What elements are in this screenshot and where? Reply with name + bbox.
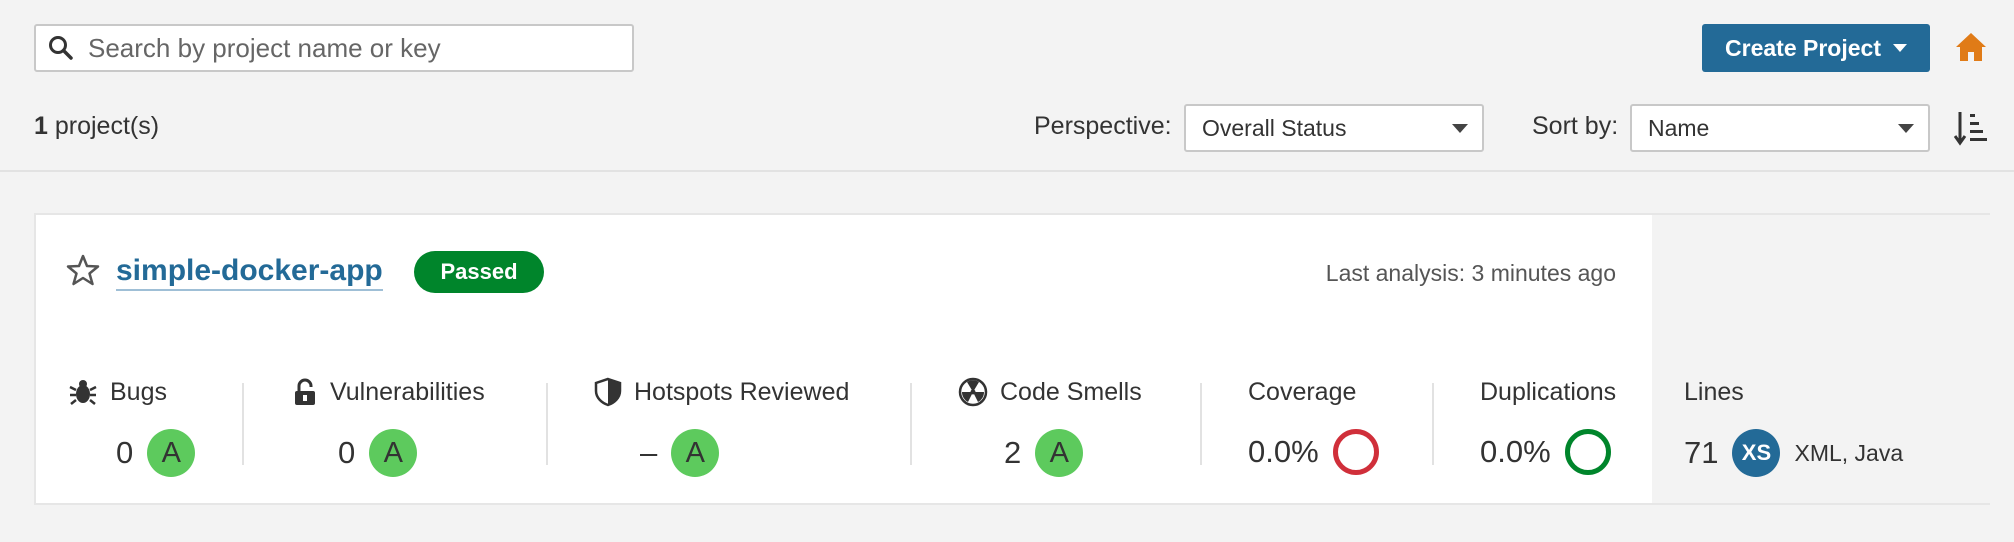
star-icon[interactable] xyxy=(66,253,100,287)
coverage-label: Coverage xyxy=(1248,377,1357,406)
coverage-value[interactable]: 0.0% xyxy=(1248,434,1319,470)
bugs-value[interactable]: 0 xyxy=(116,435,133,471)
code-smell-icon xyxy=(958,377,988,407)
duplications-label: Duplications xyxy=(1480,377,1617,406)
metric-divider xyxy=(1432,383,1434,465)
caret-down-icon xyxy=(1892,44,1907,52)
sort-direction-icon[interactable] xyxy=(1954,110,1988,146)
project-card: simple-docker-app Passed Last analysis: … xyxy=(34,213,1990,505)
perspective-value: Overall Status xyxy=(1202,114,1347,141)
shield-icon xyxy=(594,377,622,407)
bugs-rating-badge[interactable]: A xyxy=(147,429,196,477)
languages-text: XML, Java xyxy=(1794,439,1904,466)
hotspots-metric: Hotspots Reviewed – A xyxy=(594,375,850,477)
vulnerabilities-label: Vulnerabilities xyxy=(330,377,485,406)
bugs-label: Bugs xyxy=(110,377,167,406)
search-icon xyxy=(49,36,73,60)
project-count-suffix: project(s) xyxy=(54,112,160,140)
header-divider xyxy=(0,170,2014,172)
metric-divider xyxy=(910,383,912,465)
perspective-label: Perspective: xyxy=(1034,112,1172,140)
duplications-metric: Duplications 0.0% xyxy=(1480,375,1617,475)
hotspots-label: Hotspots Reviewed xyxy=(634,377,850,406)
lines-value[interactable]: 71 xyxy=(1684,435,1718,471)
duplications-value[interactable]: 0.0% xyxy=(1480,434,1551,470)
bug-icon xyxy=(69,380,97,405)
search-box[interactable] xyxy=(34,24,634,72)
unlock-icon xyxy=(295,378,315,405)
home-icon[interactable] xyxy=(1954,30,1988,64)
create-project-label: Create Project xyxy=(1725,34,1881,61)
chevron-down-icon xyxy=(1452,124,1468,133)
coverage-donut-icon xyxy=(1332,429,1379,475)
duplications-donut-icon xyxy=(1564,429,1611,475)
metric-divider xyxy=(1200,383,1202,465)
coverage-metric: Coverage 0.0% xyxy=(1248,375,1379,475)
bugs-metric: Bugs 0 A xyxy=(68,375,196,477)
create-project-button[interactable]: Create Project xyxy=(1702,24,1930,72)
project-count-number: 1 xyxy=(34,112,48,140)
code-smells-rating-badge[interactable]: A xyxy=(1035,429,1084,477)
vulnerabilities-value[interactable]: 0 xyxy=(338,435,355,471)
project-count: 1 project(s) xyxy=(34,112,159,141)
vulnerabilities-metric: Vulnerabilities 0 A xyxy=(292,375,485,477)
metric-divider xyxy=(242,383,244,465)
code-smells-metric: Code Smells 2 A xyxy=(958,375,1142,477)
metric-divider xyxy=(546,383,548,465)
sort-label: Sort by: xyxy=(1532,112,1619,140)
code-smells-value[interactable]: 2 xyxy=(1004,435,1021,471)
sort-value: Name xyxy=(1648,114,1710,141)
lines-label: Lines xyxy=(1684,377,1744,406)
last-analysis-text: Last analysis: 3 minutes ago xyxy=(1325,260,1616,286)
quality-gate-status-badge: Passed xyxy=(414,251,544,293)
lines-metric: Lines 71 XS XML, Java xyxy=(1684,375,1903,477)
size-rating-badge: XS xyxy=(1732,429,1781,477)
perspective-select[interactable]: Overall Status xyxy=(1184,104,1484,152)
chevron-down-icon xyxy=(1898,124,1914,133)
vulnerabilities-rating-badge[interactable]: A xyxy=(369,429,418,477)
project-name-link[interactable]: simple-docker-app xyxy=(116,253,383,291)
sort-select[interactable]: Name xyxy=(1630,104,1930,152)
hotspots-rating-badge[interactable]: A xyxy=(671,429,720,477)
search-input[interactable] xyxy=(88,32,608,64)
code-smells-label: Code Smells xyxy=(1000,377,1142,406)
hotspots-value[interactable]: – xyxy=(640,435,657,471)
